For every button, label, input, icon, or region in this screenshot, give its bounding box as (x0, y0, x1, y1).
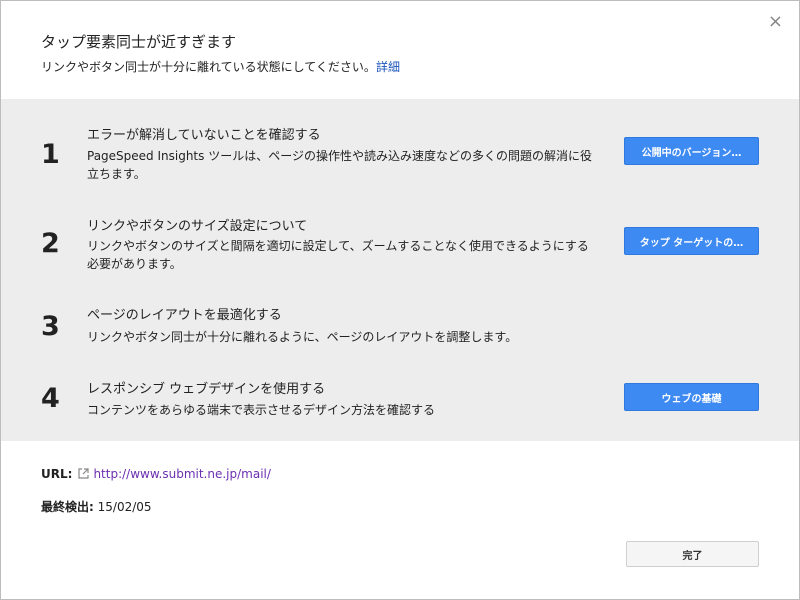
step-title: エラーが解消していないことを確認する (87, 128, 321, 143)
details-link[interactable]: 詳細 (376, 60, 400, 74)
last-detected-row: 最終検出: 15/02/05 (41, 498, 152, 515)
last-detected-label: 最終検出: (41, 500, 94, 514)
web-fundamentals-button[interactable]: ウェブの基礎 (624, 383, 759, 411)
subtitle-text: リンクやボタン同士が十分に離れている状態にしてください。 (41, 60, 376, 74)
step-title: リンクやボタンのサイズ設定について (87, 219, 308, 234)
url-row: URL: http://www.submit.ne.jp/mail/ (41, 467, 271, 482)
step-description: リンクやボタンのサイズと間隔を適切に設定して、ズームすることなく使用できるように… (87, 239, 589, 271)
close-icon[interactable]: × (768, 11, 783, 33)
step-description: コンテンツをあらゆる端末で表示させるデザイン方法を確認する (87, 403, 436, 417)
step-title: ページのレイアウトを最適化する (87, 308, 282, 323)
steps-panel: 1 エラーが解消していないことを確認する PageSpeed Insights … (1, 99, 799, 441)
dialog-subtitle: リンクやボタン同士が十分に離れている状態にしてください。詳細 (41, 58, 400, 75)
step-number: 3 (41, 311, 60, 342)
dialog-title: タップ要素同士が近すぎます (41, 33, 237, 51)
step-title: レスポンシブ ウェブデザインを使用する (87, 382, 326, 397)
step-number: 4 (41, 383, 60, 414)
step-description: PageSpeed Insights ツールは、ページの操作性や読み込み速度など… (87, 149, 592, 181)
step-number: 1 (41, 139, 60, 170)
tap-targets-button[interactable]: タップ ターゲットの… (624, 227, 759, 255)
step-description: リンクやボタン同士が十分に離れるように、ページのレイアウトを調整します。 (87, 330, 518, 344)
last-detected-value: 15/02/05 (97, 500, 152, 514)
tap-targets-dialog: × タップ要素同士が近すぎます リンクやボタン同士が十分に離れている状態にしてく… (0, 0, 800, 600)
external-link-icon (78, 468, 90, 482)
step-number: 2 (41, 228, 60, 259)
url-label: URL: (41, 467, 73, 481)
page-url-link[interactable]: http://www.submit.ne.jp/mail/ (93, 467, 271, 481)
done-button[interactable]: 完了 (626, 541, 759, 567)
live-version-button[interactable]: 公開中のバージョン… (624, 137, 759, 165)
